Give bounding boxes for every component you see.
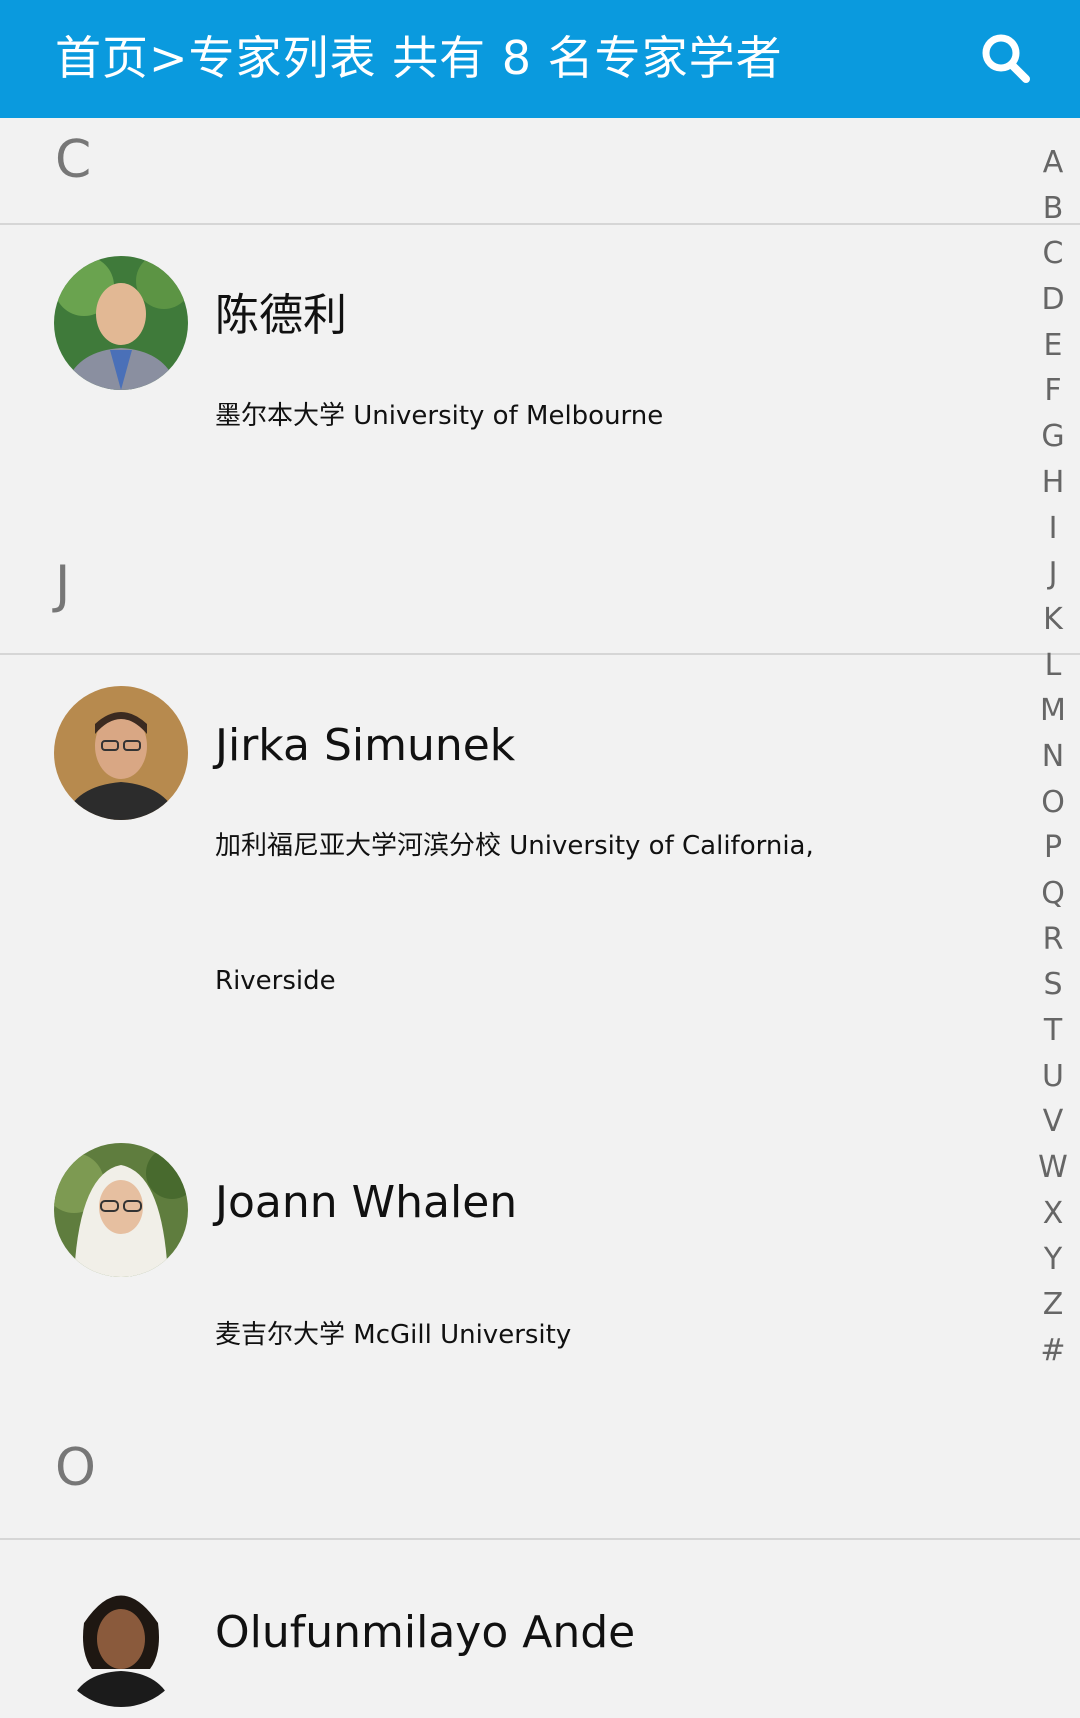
avatar <box>54 1573 188 1707</box>
expert-item[interactable]: Jirka Simunek 加利福尼亚大学河滨分校 University of … <box>0 686 1020 1106</box>
index-letter-c[interactable]: C <box>1028 231 1078 277</box>
expert-name: Joann Whalen <box>215 1177 518 1228</box>
avatar <box>54 686 188 820</box>
expert-name: 陈德利 <box>215 290 347 341</box>
section-divider <box>0 653 1080 655</box>
avatar <box>54 1143 188 1277</box>
index-letter-z[interactable]: Z <box>1028 1282 1078 1328</box>
index-letter-i[interactable]: I <box>1028 506 1078 552</box>
index-letter-s[interactable]: S <box>1028 962 1078 1008</box>
index-letter-r[interactable]: R <box>1028 917 1078 963</box>
avatar <box>54 256 188 390</box>
search-icon <box>982 34 1030 83</box>
section-header-o: O <box>0 1428 1080 1540</box>
expert-name: Jirka Simunek <box>215 720 516 771</box>
index-letter-e[interactable]: E <box>1028 323 1078 369</box>
expert-affiliation-line1: 加利福尼亚大学河滨分校 University of California, <box>215 831 814 861</box>
expert-item[interactable]: 陈德利 墨尔本大学 University of Melbourne <box>0 256 1020 506</box>
index-letter-o[interactable]: O <box>1028 780 1078 826</box>
index-letter-k[interactable]: K <box>1028 597 1078 643</box>
index-letter-g[interactable]: G <box>1028 414 1078 460</box>
section-header-c: C <box>0 118 1080 226</box>
index-letter-m[interactable]: M <box>1028 688 1078 734</box>
index-letter-q[interactable]: Q <box>1028 871 1078 917</box>
alphabet-index[interactable]: A B C D E F G H I J K L M N O P Q R S T U V W X Y Z # <box>1028 140 1078 1374</box>
index-letter-y[interactable]: Y <box>1028 1237 1078 1283</box>
top-bar: 首页>专家列表 共有 8 名专家学者 <box>0 0 1080 118</box>
index-letter-n[interactable]: N <box>1028 734 1078 780</box>
index-letter-a[interactable]: A <box>1028 140 1078 186</box>
page-title: 首页>专家列表 共有 8 名专家学者 <box>55 31 783 85</box>
expert-affiliation: 麦吉尔大学 McGill University <box>215 1320 572 1350</box>
section-letter: C <box>55 130 92 190</box>
index-letter-w[interactable]: W <box>1028 1145 1078 1191</box>
index-letter-d[interactable]: D <box>1028 277 1078 323</box>
section-header-j: J <box>0 543 1080 655</box>
expert-affiliation-line2: Riverside <box>215 966 336 996</box>
index-letter-hash[interactable]: # <box>1028 1328 1078 1374</box>
index-letter-j[interactable]: J <box>1028 551 1078 597</box>
section-divider <box>0 223 1080 225</box>
section-letter: O <box>55 1438 96 1498</box>
index-letter-h[interactable]: H <box>1028 460 1078 506</box>
index-letter-l[interactable]: L <box>1028 643 1078 689</box>
index-letter-t[interactable]: T <box>1028 1008 1078 1054</box>
index-letter-u[interactable]: U <box>1028 1054 1078 1100</box>
search-button[interactable] <box>978 30 1034 88</box>
expert-affiliation: 墨尔本大学 University of Melbourne <box>215 401 664 431</box>
expert-list[interactable]: C 陈德利 墨尔本大学 University of Melbourne J Ji… <box>0 118 1080 1718</box>
expert-name: Olufunmilayo Ande <box>215 1607 636 1658</box>
index-letter-f[interactable]: F <box>1028 368 1078 414</box>
expert-item[interactable]: Joann Whalen 麦吉尔大学 McGill University <box>0 1143 1020 1403</box>
section-letter: J <box>55 555 71 615</box>
expert-item[interactable]: Olufunmilayo Ande <box>0 1573 1020 1718</box>
index-letter-x[interactable]: X <box>1028 1191 1078 1237</box>
section-divider <box>0 1538 1080 1540</box>
index-letter-b[interactable]: B <box>1028 186 1078 232</box>
index-letter-v[interactable]: V <box>1028 1099 1078 1145</box>
index-letter-p[interactable]: P <box>1028 825 1078 871</box>
